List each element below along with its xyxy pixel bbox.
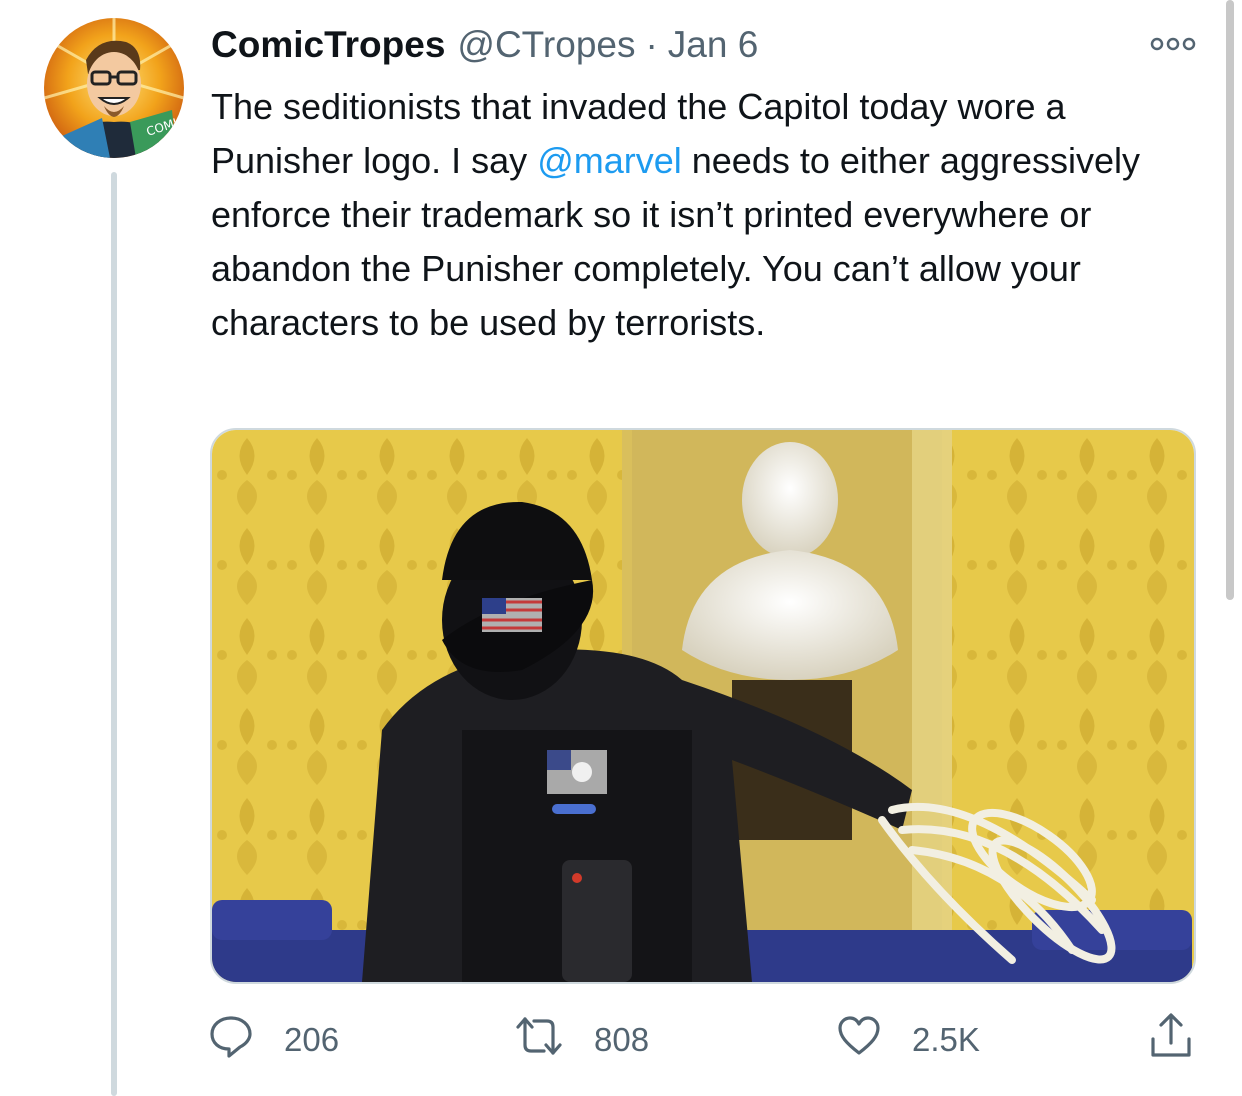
reply-button[interactable]: 206 [208, 1010, 339, 1070]
reply-count: 206 [284, 1021, 340, 1058]
mention-link[interactable]: @marvel [537, 140, 682, 181]
user-handle[interactable]: @CTropes [457, 24, 635, 66]
tweet-text: The seditionists that invaded the Capito… [211, 80, 1201, 350]
thread-line [111, 172, 117, 1096]
photo-icon [212, 430, 1194, 982]
share-icon [1148, 1011, 1194, 1069]
tweet-date[interactable]: Jan 6 [668, 24, 759, 66]
heart-icon [836, 1013, 882, 1067]
cartoon-avatar-icon: COMIC [44, 18, 184, 158]
display-name[interactable]: ComicTropes [211, 24, 445, 66]
action-bar: 206 808 2.5K [208, 1010, 1198, 1070]
reply-icon [208, 1013, 254, 1067]
scrollbar[interactable] [1226, 0, 1234, 600]
more-icon [1150, 37, 1196, 51]
retweet-button[interactable]: 808 [514, 1010, 649, 1070]
retweet-icon [514, 1013, 564, 1067]
more-button[interactable] [1150, 34, 1196, 54]
share-button[interactable] [1148, 1010, 1194, 1070]
like-button[interactable]: 2.5K [836, 1010, 980, 1070]
separator-dot: · [645, 24, 658, 65]
like-count: 2.5K [912, 1021, 980, 1058]
avatar[interactable]: COMIC [44, 18, 184, 158]
retweet-count: 808 [594, 1021, 650, 1058]
tweet-photo[interactable] [210, 428, 1196, 984]
tweet: COMIC ComicTropes @CTropes · Jan 6 The s… [0, 0, 1242, 1096]
tweet-header: ComicTropes @CTropes · Jan 6 [211, 20, 758, 70]
